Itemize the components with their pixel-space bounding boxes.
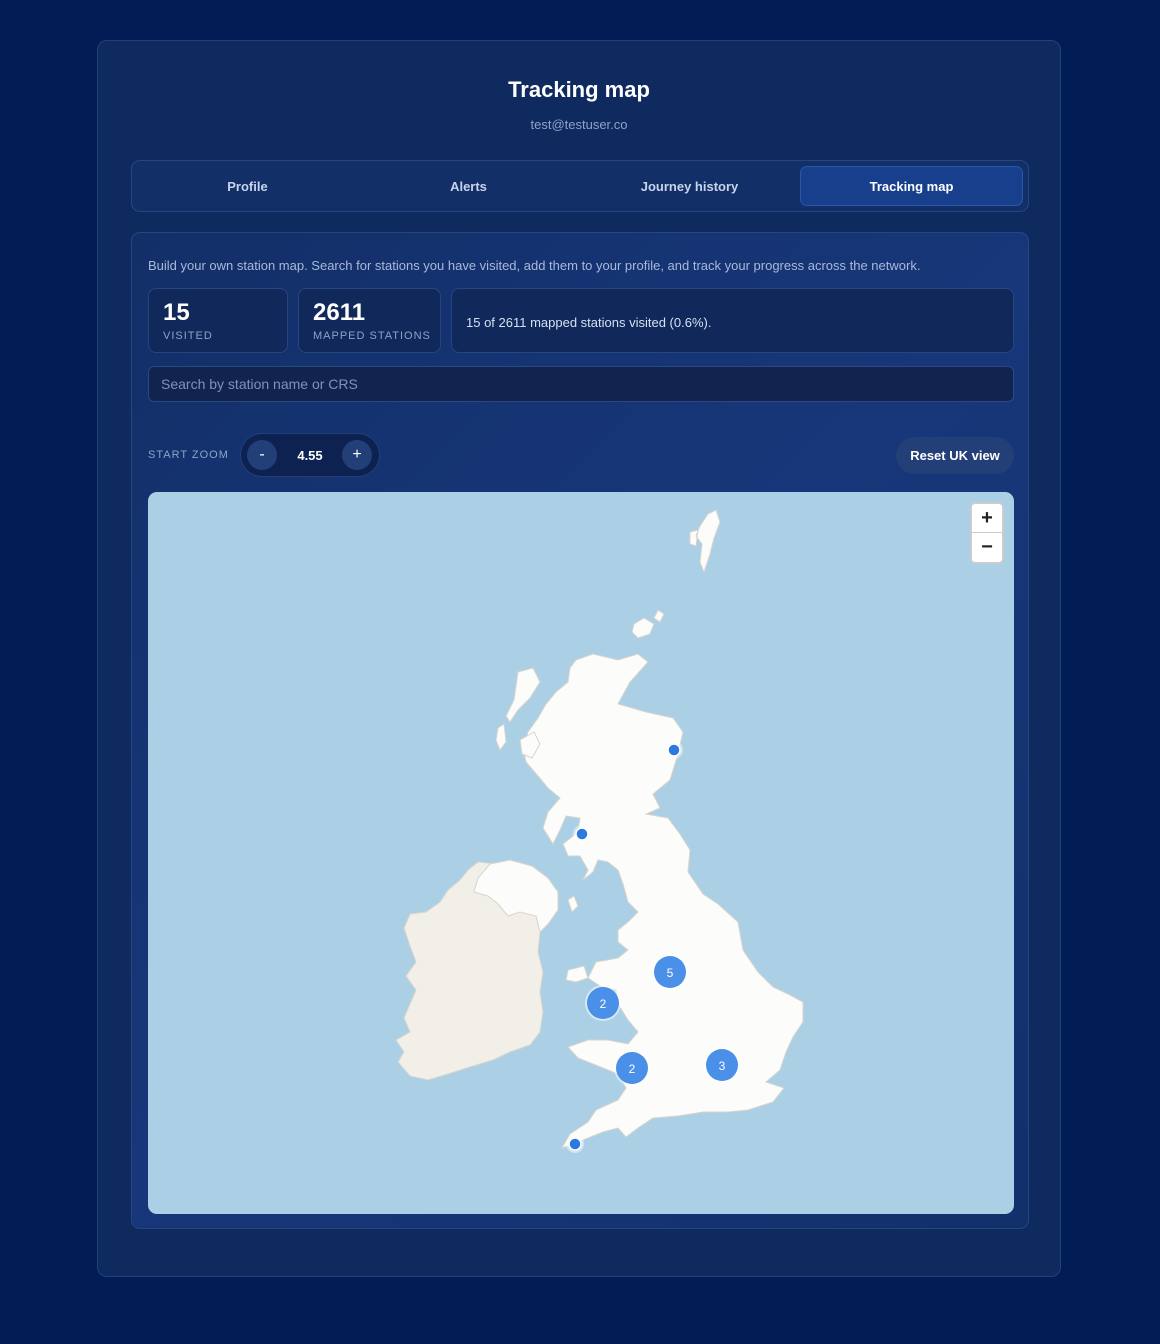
great-britain-landmass <box>522 653 804 1149</box>
station-marker[interactable] <box>665 741 683 759</box>
tab-journey-history[interactable]: Journey history <box>579 166 800 206</box>
map-zoom-in-button[interactable]: + <box>972 504 1002 532</box>
station-marker[interactable] <box>566 1135 584 1153</box>
orkney <box>631 609 665 639</box>
cluster-count: 5 <box>667 966 674 980</box>
intro-text: Build your own station map. Search for s… <box>148 258 921 273</box>
cluster-count: 3 <box>719 1059 726 1073</box>
tracking-card: Build your own station map. Search for s… <box>131 232 1029 1229</box>
mapped-stat: 2611 MAPPED STATIONS <box>298 288 441 353</box>
reset-uk-view-button[interactable]: Reset UK view <box>896 437 1014 474</box>
tab-alerts[interactable]: Alerts <box>358 166 579 206</box>
visited-stat: 15 VISITED <box>148 288 288 353</box>
cluster-count: 2 <box>629 1062 636 1076</box>
zoom-value: 4.55 <box>297 448 323 463</box>
station-cluster[interactable]: 2 <box>585 985 621 1021</box>
visited-label: VISITED <box>163 330 213 342</box>
cluster-count: 2 <box>600 997 607 1011</box>
isle-of-man <box>567 895 579 913</box>
mapped-count: 2611 <box>313 299 366 326</box>
start-zoom-label: START ZOOM <box>148 449 229 461</box>
tab-tracking-map[interactable]: Tracking map <box>800 166 1023 206</box>
visited-count: 15 <box>163 299 190 326</box>
progress-summary: 15 of 2611 mapped stations visited (0.6%… <box>451 288 1014 353</box>
station-cluster[interactable]: 5 <box>652 954 688 990</box>
station-search-input[interactable] <box>148 366 1014 402</box>
shetland <box>689 509 721 574</box>
user-email: test@testuser.co <box>530 117 628 132</box>
progress-text: 15 of 2611 mapped stations visited (0.6%… <box>466 315 712 330</box>
tab-bar: Profile Alerts Journey history Tracking … <box>131 160 1029 212</box>
station-marker[interactable] <box>573 825 591 843</box>
page-title: Tracking map <box>508 77 650 102</box>
zoom-decrease-button[interactable]: - <box>247 440 277 470</box>
station-cluster[interactable]: 2 <box>614 1050 650 1086</box>
tab-profile[interactable]: Profile <box>137 166 358 206</box>
start-zoom-control: - 4.55 + <box>240 433 380 477</box>
account-panel: Tracking map test@testuser.co Profile Al… <box>97 40 1061 1277</box>
mapped-label: MAPPED STATIONS <box>313 330 431 342</box>
map-zoom-out-button[interactable]: − <box>972 533 1002 561</box>
map-zoom-control: + − <box>970 502 1004 564</box>
map-canvas[interactable]: 5 2 2 3 <box>148 492 1014 1214</box>
anglesey <box>565 965 589 983</box>
station-map[interactable]: 5 2 2 3 + − <box>148 492 1014 1214</box>
zoom-increase-button[interactable]: + <box>342 440 372 470</box>
station-cluster[interactable]: 3 <box>704 1047 740 1083</box>
